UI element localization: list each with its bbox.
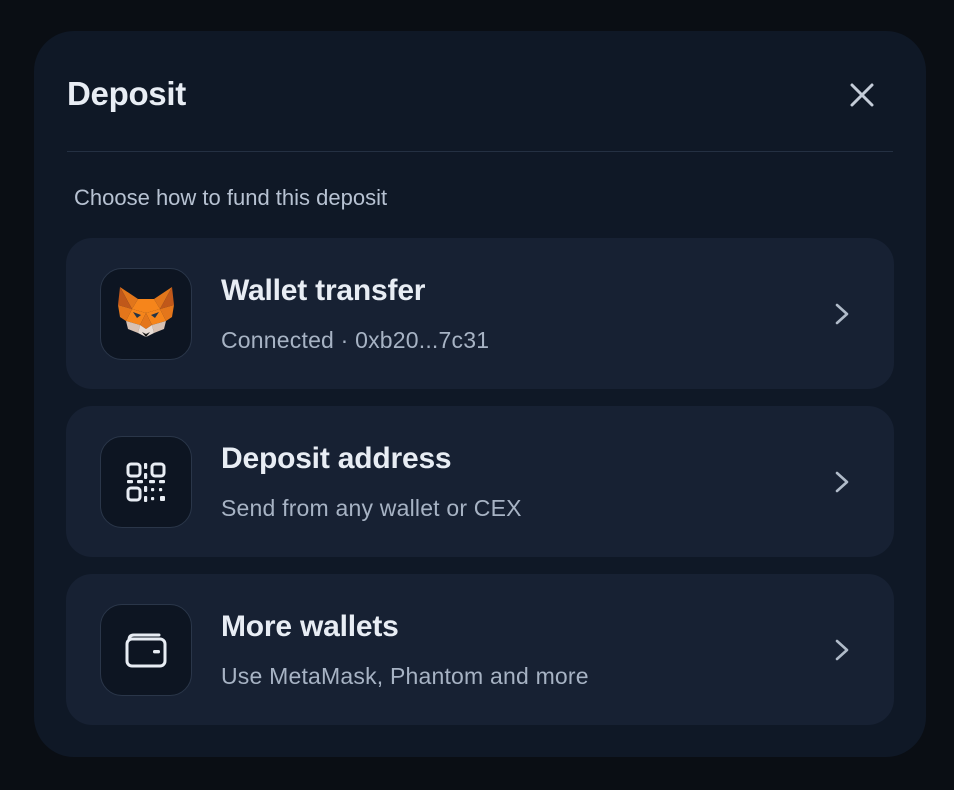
qr-code-icon (126, 462, 166, 502)
metamask-fox-icon (118, 287, 174, 337)
wallet-transfer-icon-tile (100, 268, 192, 360)
more-wallets-icon-tile (100, 604, 192, 696)
modal-title: Deposit (67, 75, 186, 112)
option-title: Wallet transfer (221, 274, 426, 307)
chevron-right-icon (830, 296, 854, 332)
chevron-right-icon (830, 632, 854, 668)
wallet-icon (125, 633, 167, 668)
chevron-right-icon (830, 464, 854, 500)
option-description: Connected · 0xb20...7c31 (221, 327, 490, 353)
close-button[interactable] (846, 79, 878, 111)
more-wallets-option[interactable]: More wallets Use MetaMask, Phantom and m… (66, 574, 894, 725)
option-description: Send from any wallet or CEX (221, 495, 522, 521)
deposit-address-icon-tile (100, 436, 192, 528)
option-title: More wallets (221, 610, 399, 643)
close-icon (850, 83, 874, 107)
modal-subtitle: Choose how to fund this deposit (74, 185, 388, 210)
option-title: Deposit address (221, 442, 452, 475)
deposit-address-option[interactable]: Deposit address Send from any wallet or … (66, 406, 894, 557)
option-description: Use MetaMask, Phantom and more (221, 663, 589, 689)
wallet-transfer-option[interactable]: Wallet transfer Connected · 0xb20...7c31 (66, 238, 894, 389)
modal-header: Deposit (67, 31, 893, 152)
deposit-modal: Deposit Choose how to fund this deposit (34, 31, 926, 757)
